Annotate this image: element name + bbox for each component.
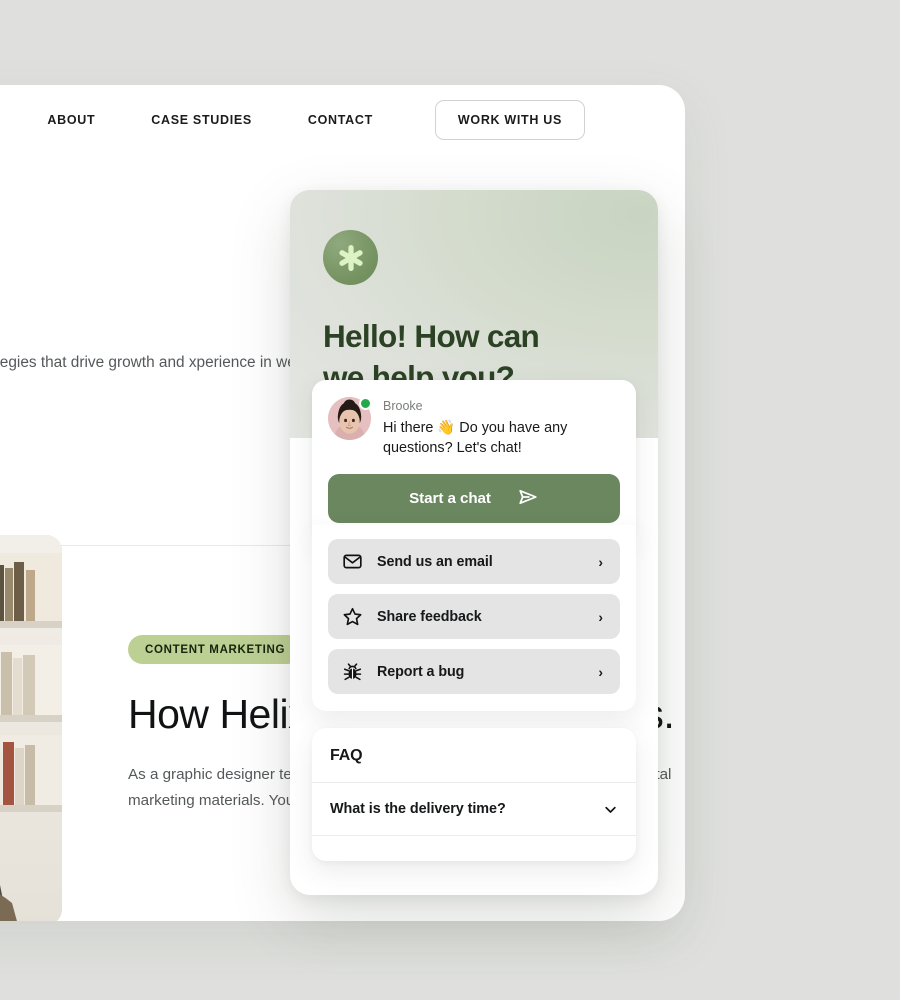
chat-widget-body: Brooke Hi there 👋 Do you have any questi… xyxy=(290,380,658,861)
star-icon xyxy=(342,606,363,627)
site-navigation: ABOUT CASE STUDIES CONTACT WORK WITH US xyxy=(0,85,685,155)
faq-question: What is the delivery time? xyxy=(330,801,506,817)
article-category-badge: CONTENT MARKETING xyxy=(128,635,303,664)
chat-intro-card: Brooke Hi there 👋 Do you have any questi… xyxy=(312,380,636,539)
chevron-down-icon[interactable] xyxy=(603,802,618,817)
action-label: Share feedback xyxy=(377,608,482,625)
brand-avatar xyxy=(323,230,378,285)
envelope-icon xyxy=(342,551,363,572)
chevron-right-icon: › xyxy=(598,608,603,625)
action-label: Send us an email xyxy=(377,553,493,570)
online-status-dot xyxy=(359,397,372,410)
avatar xyxy=(328,397,372,440)
agent-message: Hi there 👋 Do you have any questions? Le… xyxy=(383,420,568,456)
start-chat-label: Start a chat xyxy=(409,490,491,507)
agent-message-row: Brooke Hi there 👋 Do you have any questi… xyxy=(328,397,620,458)
paper-plane-icon xyxy=(517,486,539,512)
start-a-chat-button[interactable]: Start a chat xyxy=(328,474,620,523)
work-with-us-button[interactable]: WORK WITH US xyxy=(434,100,585,140)
chat-widget: Hello! How can we help you? Brooke Hi th… xyxy=(290,190,658,895)
bug-icon xyxy=(342,661,363,682)
nav-link-contact[interactable]: CONTACT xyxy=(280,113,401,127)
nav-link-about[interactable]: ABOUT xyxy=(19,113,123,127)
article-photo xyxy=(0,535,62,921)
faq-card: FAQ What is the delivery time? xyxy=(312,728,636,861)
faq-title: FAQ xyxy=(330,747,363,764)
quick-actions-list: Send us an email › Share feedback › Repo… xyxy=(312,525,636,711)
faq-item-delivery-time[interactable]: What is the delivery time? xyxy=(312,782,636,835)
action-send-us-an-email[interactable]: Send us an email › xyxy=(328,539,620,584)
faq-list-continuation xyxy=(312,835,636,861)
chevron-right-icon: › xyxy=(598,553,603,570)
nav-link-case-studies[interactable]: CASE STUDIES xyxy=(123,113,280,127)
action-report-a-bug[interactable]: Report a bug › xyxy=(328,649,620,694)
asterisk-sparkle-icon xyxy=(336,243,366,273)
action-label: Report a bug xyxy=(377,663,465,680)
chevron-right-icon: › xyxy=(598,663,603,680)
action-share-feedback[interactable]: Share feedback › xyxy=(328,594,620,639)
agent-name: Brooke xyxy=(383,399,423,413)
